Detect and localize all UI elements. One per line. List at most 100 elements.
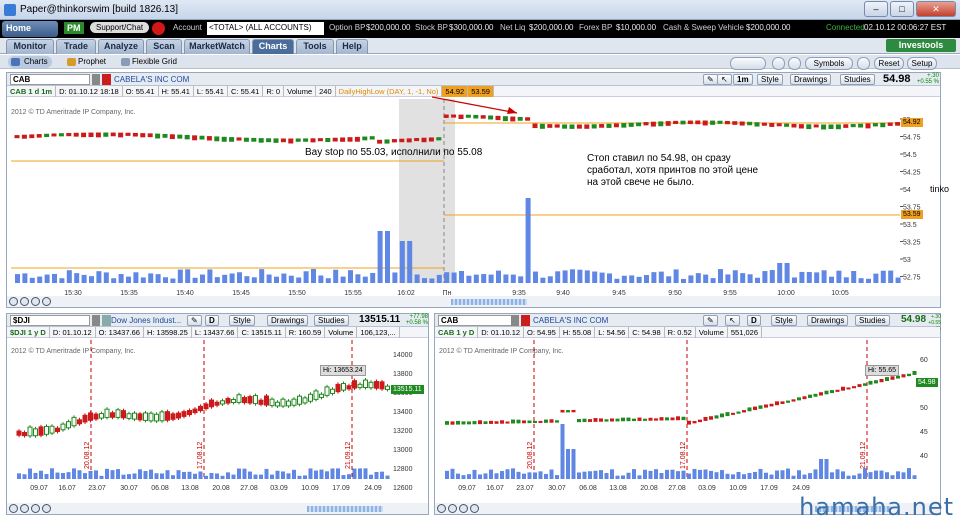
dji-chart-canvas[interactable]: 1400013800136001340013200130001280012600… [7, 314, 430, 516]
price-candle [37, 135, 41, 138]
price-candle [588, 419, 592, 422]
zoom-out-icon[interactable] [20, 297, 29, 306]
tab-scan[interactable]: Scan [146, 39, 182, 54]
price-candle [733, 122, 737, 125]
price-candle [881, 123, 885, 126]
zoom-in-icon[interactable] [31, 297, 40, 306]
tab-marketwatch[interactable]: MarketWatch [184, 39, 250, 54]
subtab-prophet[interactable]: Prophet [64, 56, 106, 68]
share-icon[interactable] [788, 57, 801, 70]
tab-monitor[interactable]: Monitor [6, 39, 54, 54]
tab-help[interactable]: Help [336, 39, 368, 54]
investools-button[interactable]: Investools [886, 39, 956, 52]
volume-bar [844, 277, 849, 283]
reset-button[interactable]: Reset [874, 57, 904, 70]
price-candle [444, 115, 448, 117]
price-candle [644, 123, 648, 125]
volume-bar [665, 470, 669, 479]
zoom-reset-icon[interactable] [42, 297, 51, 306]
account-select[interactable]: <TOTAL> (ALL ACCOUNTS) [207, 22, 324, 35]
zoom-in-icon[interactable] [31, 504, 40, 513]
volume-bar [533, 472, 537, 479]
annotation-buy-stop: Bay stop по 55.03, исполнили по 55.08 [305, 147, 505, 159]
chart-scrollbar[interactable] [451, 299, 527, 305]
setup-button[interactable]: Setup [907, 57, 937, 70]
x-tick-label: 10.09 [301, 485, 319, 492]
volume-bar [67, 472, 71, 479]
cash-label: Cash & Sweep Vehicle [663, 23, 744, 32]
price-candle [599, 418, 603, 421]
event-label: 17.08.12 [680, 442, 687, 469]
tab-tools[interactable]: Tools [296, 39, 334, 54]
maximize-button[interactable]: □ [890, 1, 914, 17]
volume-bar [45, 275, 50, 283]
y-tick-label: 13400 [393, 409, 413, 416]
price-candle [30, 135, 34, 138]
home-button[interactable]: Home [2, 21, 58, 37]
price-candle [400, 139, 404, 142]
volume-bar [74, 273, 79, 283]
price-candle [298, 396, 302, 404]
subtab-flexible-grid[interactable]: Flexible Grid [118, 56, 177, 68]
x-tick-label: 16.07 [486, 485, 504, 492]
pan-icon[interactable] [9, 504, 18, 513]
x-tick-label: 06.08 [579, 485, 597, 492]
price-candle [851, 125, 855, 127]
volume-bar [303, 475, 307, 479]
zoom-out-icon[interactable] [448, 504, 457, 513]
volume-bar [687, 474, 691, 479]
volume-bar [309, 468, 313, 479]
symbols-button[interactable]: Symbols [805, 57, 853, 70]
volume-bar [711, 278, 716, 283]
price-candle [506, 422, 510, 424]
zoom-in-icon[interactable] [459, 504, 468, 513]
zoom-out-icon[interactable] [20, 504, 29, 513]
volume-bar [259, 475, 263, 479]
volume-bar [133, 473, 137, 479]
price-candle [803, 396, 807, 399]
volume-bar [230, 273, 235, 283]
volume-bar [550, 470, 554, 479]
volume-bar [570, 269, 575, 283]
stock-bp-label: Stock BP [415, 23, 448, 32]
subtab-charts[interactable]: Charts [8, 56, 52, 68]
alert-icon[interactable] [152, 22, 165, 35]
volume-bar [660, 473, 664, 479]
volume-bar [704, 469, 708, 479]
minimize-button[interactable]: – [864, 1, 888, 17]
volume-bar [859, 278, 864, 283]
window-title: Paper@thinkorswim [build 1826.13] [20, 4, 178, 15]
grid-icon [121, 58, 130, 66]
subtab-flexible-grid-label: Flexible Grid [132, 57, 177, 66]
price-candle [320, 394, 324, 397]
layout-grid-button[interactable] [730, 57, 766, 70]
cab-chart-canvas[interactable]: 605550454009.0716.0723.0730.0706.0813.08… [435, 314, 942, 516]
support-chat-button[interactable]: Support/Chat [90, 22, 149, 33]
main-chart-canvas[interactable]: 5554.7554.554.255453.7553.553.255352.751… [7, 73, 942, 309]
volume-bar [466, 276, 471, 283]
pan-icon[interactable] [9, 297, 18, 306]
volume-bar [287, 473, 291, 479]
tab-charts[interactable]: Charts [252, 39, 294, 54]
tab-trade[interactable]: Trade [56, 39, 96, 54]
price-candle [913, 371, 917, 375]
zoom-reset-icon[interactable] [42, 504, 51, 513]
volume-bar [133, 272, 138, 283]
volume-bar [320, 470, 324, 479]
price-candle [676, 416, 680, 420]
pm-badge[interactable]: PM [64, 22, 84, 34]
close-button[interactable]: ✕ [916, 1, 956, 17]
chart-scrollbar[interactable] [307, 506, 383, 512]
volume-bar [651, 272, 656, 283]
price-candle [333, 138, 337, 141]
volume-bar [331, 468, 335, 479]
price-candle [711, 121, 715, 124]
refresh-icon[interactable] [857, 57, 870, 70]
tab-analyze[interactable]: Analyze [98, 39, 144, 54]
y-tick-label: 14000 [393, 352, 413, 359]
pan-icon[interactable] [437, 504, 446, 513]
price-candle [466, 115, 470, 117]
alert-bell-icon[interactable] [772, 57, 785, 70]
zoom-reset-icon[interactable] [470, 504, 479, 513]
price-candle [748, 122, 752, 124]
